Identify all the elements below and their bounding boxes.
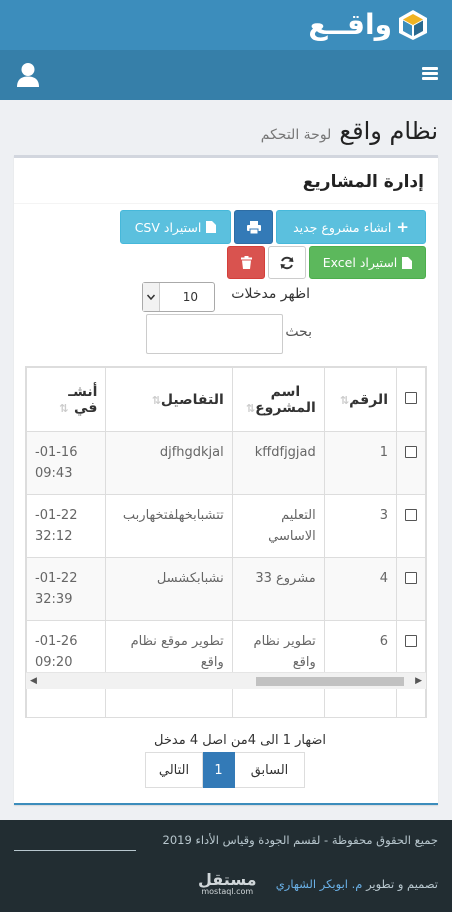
length-label: اظهر مدخلات (231, 286, 310, 302)
footer-divider (14, 850, 136, 851)
scrollbar-thumb[interactable] (256, 677, 404, 686)
import-csv-button[interactable]: استيراد CSV (120, 210, 231, 244)
scroll-right-icon[interactable]: ▶ (415, 676, 422, 686)
horizontal-scrollbar[interactable]: ◀ ▶ (26, 672, 426, 689)
projects-table-container: الرقم⇅ اسم المشروع⇅ التفاصيل⇅ أنشـ في⇅ 1… (25, 366, 427, 718)
print-button[interactable] (234, 210, 273, 244)
column-header-name[interactable]: اسم المشروع⇅ (231, 367, 325, 432)
previous-page-button[interactable]: السابق (234, 752, 305, 788)
credits-prefix: تصميم و تطوير (366, 877, 438, 891)
column-header-created[interactable]: أنشـ في⇅ (26, 367, 107, 432)
mostaql-logo-ar: مستقل (198, 870, 257, 889)
new-project-label: انشاء مشروع جديد (293, 219, 392, 235)
table-info: اضهار 1 الى 4من اصل 4 مدخل (154, 733, 326, 748)
table-row[interactable]: 1 kffdfjgjad djfhgdkjal -01-16 09:43 (26, 431, 426, 495)
panel-title: إدارة المشاريع (302, 172, 424, 192)
file-icon (402, 256, 413, 269)
mostaql-logo-en: mostaql.com (201, 887, 254, 896)
cell-id: 3 (323, 494, 398, 558)
projects-table: الرقم⇅ اسم المشروع⇅ التفاصيل⇅ أنشـ في⇅ 1… (26, 367, 426, 717)
refresh-icon (280, 256, 294, 269)
row-checkbox[interactable] (396, 557, 426, 621)
mostaql-logo[interactable]: مستقل mostaql.com (198, 872, 257, 896)
cell-details: تتشبابخهلفتخهاربب (105, 494, 233, 558)
table-row[interactable]: 3 التعليم الاساسي تتشبابخهلفتخهاربب -01-… (26, 494, 426, 558)
row-checkbox[interactable] (396, 431, 426, 495)
credits: تصميم و تطوير م. ابوبكر الشهاري (276, 877, 438, 891)
length-value: 10 (182, 290, 198, 304)
cube-logo-icon (399, 10, 427, 40)
top-header: واقــع (0, 0, 452, 50)
footer: جميع الحقوق محفوظة - لقسم الجودة وقياس ا… (0, 820, 452, 912)
new-project-button[interactable]: + انشاء مشروع جديد (276, 210, 426, 244)
sort-icon: ⇅ (245, 401, 256, 415)
plus-icon: + (396, 218, 409, 236)
delete-button[interactable] (227, 246, 265, 279)
page-1-button[interactable]: 1 (202, 752, 235, 788)
copyright-text: جميع الحقوق محفوظة - لقسم الجودة وقياس ا… (162, 833, 438, 847)
cell-id: 1 (323, 431, 398, 495)
page-subtitle: لوحة التحكم (260, 127, 332, 143)
column-header-details[interactable]: التفاصيل⇅ (105, 367, 233, 432)
cell-id: 4 (323, 557, 398, 621)
brand-name: واقــع (308, 8, 392, 41)
cell-created: -01-22 32:12 (26, 494, 107, 558)
navbar (0, 50, 452, 100)
print-icon (246, 220, 261, 234)
file-icon (206, 221, 217, 233)
sort-icon: ⇅ (59, 401, 69, 415)
author-link[interactable]: م. ابوبكر الشهاري (276, 877, 363, 891)
cell-name: مشروع 33 (231, 557, 325, 621)
column-header-id[interactable]: الرقم⇅ (323, 367, 398, 432)
select-all-checkbox[interactable] (396, 367, 426, 432)
hamburger-icon[interactable] (422, 67, 438, 81)
cell-created: -01-16 09:43 (26, 431, 107, 495)
scroll-left-icon[interactable]: ◀ (30, 676, 37, 686)
refresh-button[interactable] (268, 246, 306, 279)
table-row[interactable]: 4 مشروع 33 نشبابكشسل -01-22 32:39 (26, 557, 426, 621)
user-icon[interactable] (16, 62, 40, 88)
row-checkbox[interactable] (396, 494, 426, 558)
import-csv-label: استيراد CSV (134, 219, 202, 235)
sort-icon: ⇅ (339, 393, 350, 407)
cell-name: kffdfjgjad (231, 431, 325, 495)
panel-divider (14, 203, 438, 204)
trash-icon (240, 256, 252, 269)
page-title: نظام واقع (339, 117, 438, 145)
next-page-button[interactable]: التالي (145, 752, 203, 788)
table-header-row: الرقم⇅ اسم المشروع⇅ التفاصيل⇅ أنشـ في⇅ (26, 367, 426, 432)
brand[interactable]: واقــع (308, 5, 428, 45)
pagination: السابق 1 التالي (145, 752, 305, 788)
length-select[interactable]: 10 (142, 282, 215, 312)
cell-details: نشبابكشسل (105, 557, 233, 621)
cell-created: -01-22 32:39 (26, 557, 107, 621)
chevron-down-icon (143, 283, 160, 311)
import-excel-label: استيراد Excel (322, 255, 398, 270)
cell-name: التعليم الاساسي (231, 494, 325, 558)
cell-details: djfhgdkjal (105, 431, 233, 495)
sort-icon: ⇅ (151, 393, 161, 407)
import-excel-button[interactable]: استيراد Excel (309, 246, 426, 279)
page-header: نظام واقع لوحة التحكم (261, 117, 438, 145)
search-input[interactable] (146, 314, 283, 354)
projects-panel: إدارة المشاريع + انشاء مشروع جديد استيرا… (14, 155, 438, 805)
search-label: بحث (285, 324, 312, 340)
